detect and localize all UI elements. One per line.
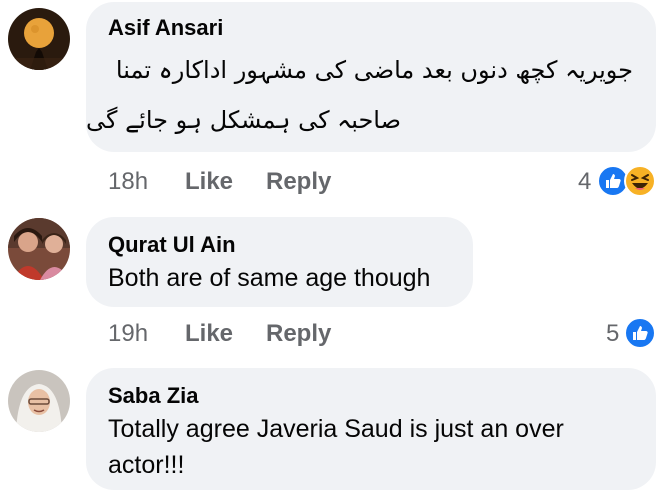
comment-text-line: actor!!! — [108, 451, 185, 479]
comment-author[interactable]: Qurat Ul Ain — [108, 232, 236, 258]
like-button[interactable]: Like — [185, 168, 233, 196]
comment-text-line: صاحبہ کی ہمشکل ہو جائے گی — [86, 106, 401, 134]
reply-button[interactable]: Reply — [266, 168, 331, 196]
reply-button[interactable]: Reply — [266, 320, 331, 348]
reaction-count[interactable]: 5 — [606, 320, 619, 348]
avatar-moon-icon — [8, 8, 70, 70]
comment-time[interactable]: 19h — [108, 320, 148, 348]
comment-text-line: جویریہ کچھ دنوں بعد ماضی کی مشہور اداکار… — [115, 56, 633, 84]
avatar-photo-icon — [8, 218, 70, 280]
like-button[interactable]: Like — [185, 320, 233, 348]
comment-author[interactable]: Asif Ansari — [108, 15, 223, 41]
reaction-count[interactable]: 4 — [578, 168, 591, 196]
like-icon — [624, 317, 656, 354]
haha-icon — [624, 165, 656, 202]
avatar-saba-zia[interactable] — [8, 370, 70, 432]
avatar-qurat-ul-ain[interactable] — [8, 218, 70, 280]
comment-time[interactable]: 18h — [108, 168, 148, 196]
comment-text: Both are of same age though — [108, 264, 431, 292]
comment-text-line: Totally agree Javeria Saud is just an ov… — [108, 415, 564, 443]
avatar-asif-ansari[interactable] — [8, 8, 70, 70]
avatar-photo-icon — [8, 370, 70, 432]
comment-author[interactable]: Saba Zia — [108, 383, 198, 409]
